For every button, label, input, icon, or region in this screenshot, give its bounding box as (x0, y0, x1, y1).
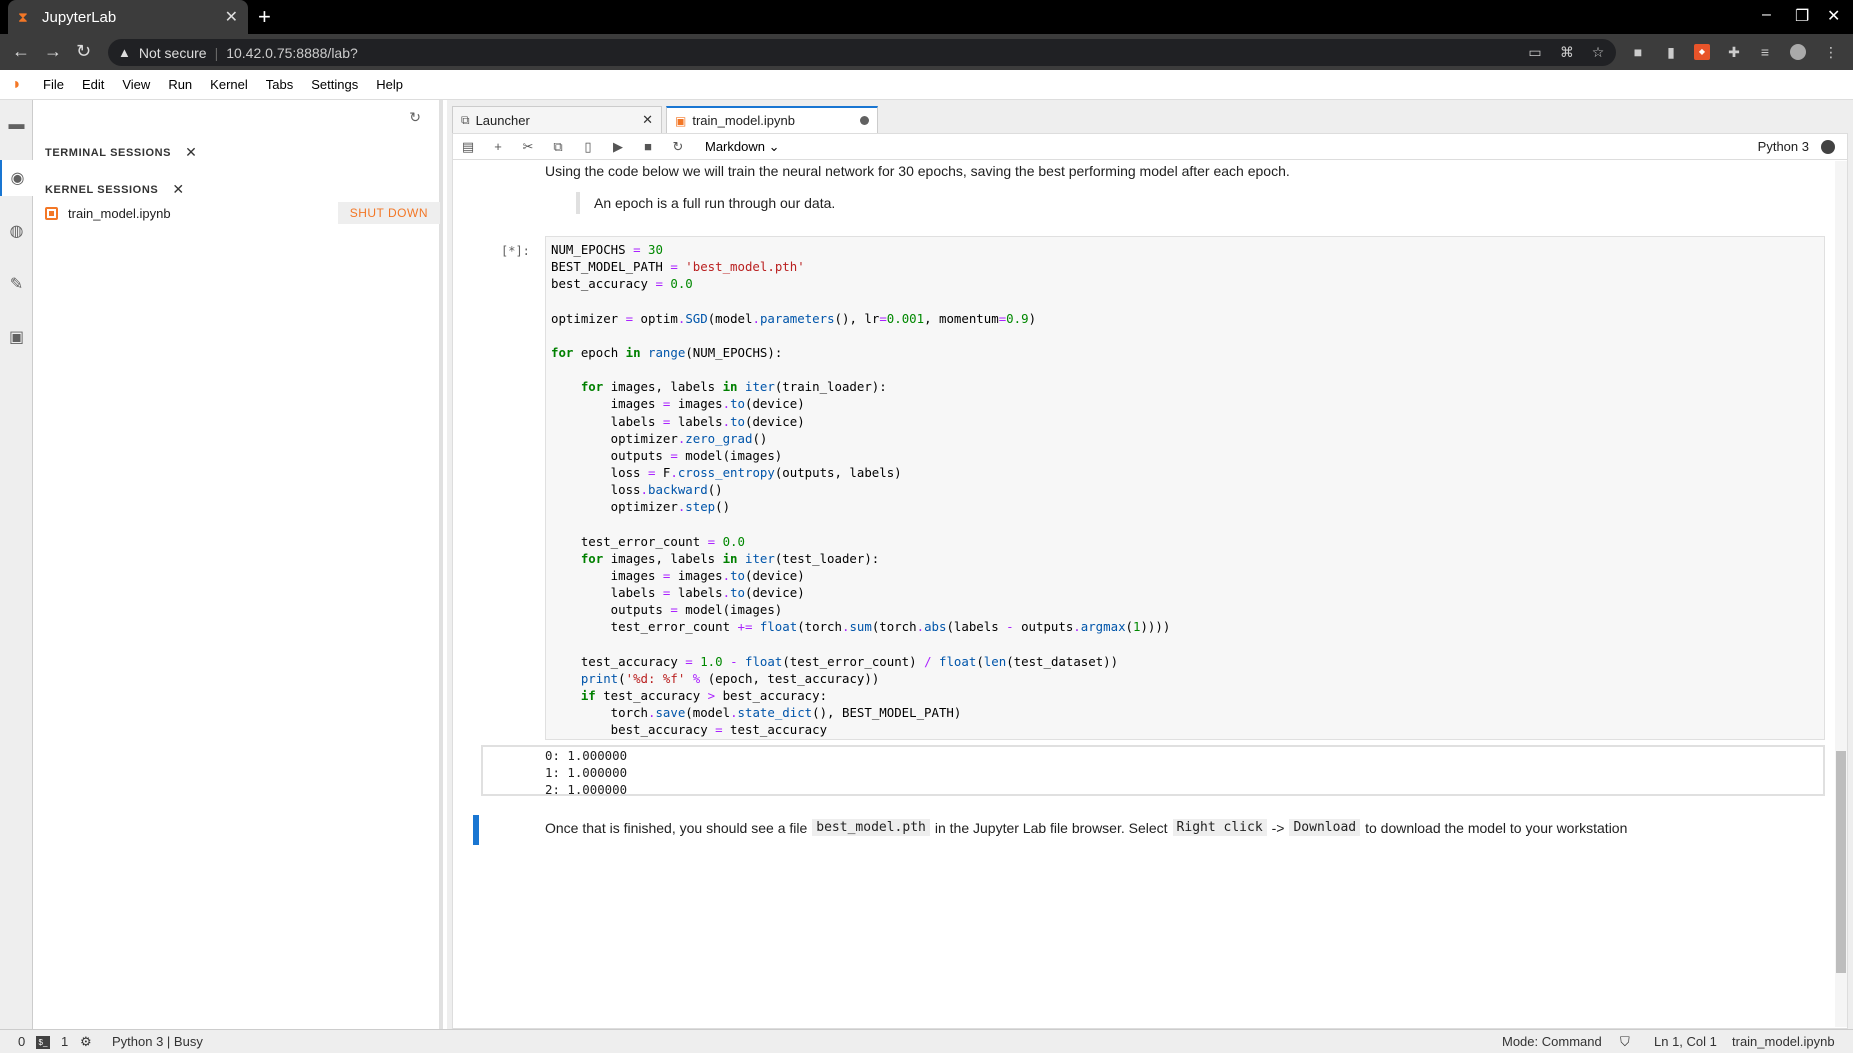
minimize-icon[interactable]: – (1762, 6, 1771, 24)
code-editor[interactable]: NUM_EPOCHS = 30 BEST_MODEL_PATH = 'best_… (551, 241, 1170, 739)
close-tab-icon[interactable]: ✕ (642, 112, 653, 128)
scrollbar-thumb[interactable] (1836, 751, 1846, 973)
back-icon[interactable]: ← (12, 41, 30, 61)
cast-icon[interactable]: ▭ (1527, 44, 1543, 60)
inline-code: Download (1289, 819, 1361, 836)
menu-settings[interactable]: Settings (302, 77, 367, 92)
running-sessions-panel: ↻ TERMINAL SESSIONS ✕ KERNEL SESSIONS ✕ … (33, 100, 443, 1029)
paste-icon[interactable]: ▯ (573, 139, 603, 155)
copy-icon[interactable]: ⧉ (543, 139, 573, 155)
wrench-icon[interactable]: ✎ (0, 266, 33, 302)
url-text: 10.42.0.75:8888/lab? (226, 44, 358, 61)
browser-tab[interactable]: ⧗ JupyterLab ✕ (8, 0, 248, 34)
active-cell-indicator (473, 815, 479, 845)
launcher-icon: ⧉ (461, 112, 470, 127)
kernel-busy-indicator-icon (1821, 140, 1835, 154)
stop-icon[interactable]: ■ (633, 139, 663, 154)
warning-icon: ▲ (118, 45, 131, 60)
menu-kernel[interactable]: Kernel (201, 77, 257, 92)
extension-icon[interactable]: ▮ (1663, 44, 1679, 60)
notebook-cells: Using the code below we will train the n… (453, 161, 1847, 1027)
shield-icon: ⛉ (1620, 1034, 1630, 1049)
refresh-icon[interactable]: ↻ (409, 109, 421, 126)
inline-code: best_model.pth (812, 819, 930, 836)
cut-icon[interactable]: ✂ (513, 139, 543, 155)
main-dock-area: ⧉ Launcher ✕ ▣ train_model.ipynb ▤ + ✂ ⧉… (447, 100, 1853, 1029)
status-filename: train_model.ipynb (1732, 1034, 1835, 1049)
address-bar: ← → ↻ ▲ Not secure | 10.42.0.75:8888/lab… (0, 34, 1853, 70)
mode-indicator[interactable]: Mode: Command (1502, 1034, 1602, 1049)
forward-icon[interactable]: → (44, 41, 62, 61)
browser-titlebar: ⧗ JupyterLab ✕ + – ❐ ✕ (0, 0, 1853, 34)
markdown-blockquote: An epoch is a full run through our data. (576, 192, 835, 214)
menu-view[interactable]: View (113, 77, 159, 92)
output-text: 0: 1.000000 1: 1.000000 2: 1.000000 (545, 748, 628, 797)
browser-tab-title: JupyterLab (42, 8, 117, 26)
menu-edit[interactable]: Edit (73, 77, 113, 92)
extension-icon[interactable]: ■ (1630, 44, 1646, 60)
kernel-session-row[interactable]: train_model.ipynb SHUT DOWN (45, 202, 440, 224)
save-icon[interactable]: ▤ (453, 139, 483, 155)
folder-icon[interactable]: ▬ (0, 107, 33, 143)
menu-help[interactable]: Help (367, 77, 412, 92)
scrollbar[interactable] (1835, 161, 1847, 1027)
menu-file[interactable]: File (34, 77, 73, 92)
execution-prompt: [*]: (501, 244, 530, 258)
close-kernels-icon[interactable]: ✕ (172, 181, 184, 198)
jupyter-logo-icon: ◗ (12, 75, 22, 93)
more-menu-icon[interactable]: ⋮ (1823, 44, 1839, 60)
kernel-name[interactable]: Python 3 (1758, 139, 1809, 154)
tab-launcher[interactable]: ⧉ Launcher ✕ (452, 106, 662, 133)
playlist-icon[interactable]: ≡ (1757, 44, 1773, 60)
activity-bar: ▬ ◉ ◍ ✎ ▣ (0, 100, 33, 1029)
notebook-icon (45, 206, 58, 220)
markdown-cell-intro[interactable]: Using the code below we will train the n… (545, 163, 1290, 179)
security-label: Not secure (138, 44, 207, 61)
session-name[interactable]: train_model.ipynb (68, 206, 338, 221)
chevron-down-icon: ⌄ (768, 138, 780, 154)
extension-icon[interactable]: ◆ (1694, 44, 1710, 60)
code-cell-training[interactable]: NUM_EPOCHS = 30 BEST_MODEL_PATH = 'best_… (545, 236, 1825, 740)
restart-icon[interactable]: ↻ (663, 139, 693, 155)
cursor-position[interactable]: Ln 1, Col 1 (1654, 1034, 1717, 1049)
palette-icon[interactable]: ◍ (0, 213, 33, 249)
translate-icon[interactable]: ⌘ (1559, 44, 1575, 60)
shut-down-button[interactable]: SHUT DOWN (337, 202, 440, 224)
terminal-icon: $_ (36, 1034, 50, 1050)
new-tab-icon[interactable]: + (258, 5, 271, 29)
close-terminals-icon[interactable]: ✕ (185, 144, 197, 161)
terminal-sessions-header: TERMINAL SESSIONS ✕ (45, 144, 198, 161)
url-omnibox[interactable]: ▲ Not secure | 10.42.0.75:8888/lab? (108, 39, 1616, 66)
kernel-status[interactable]: Python 3 | Busy (112, 1034, 203, 1049)
tab-notebook[interactable]: ▣ train_model.ipynb (666, 106, 878, 133)
unsaved-dot-icon[interactable] (860, 116, 869, 125)
bookmark-star-icon[interactable]: ☆ (1590, 44, 1606, 60)
menu-tabs[interactable]: Tabs (257, 77, 302, 92)
notebook-panel: ▤ + ✂ ⧉ ▯ ▶ ■ ↻ Markdown ⌄ Python 3 Usin… (452, 133, 1848, 1029)
menu-run[interactable]: Run (159, 77, 201, 92)
cell-type-select[interactable]: Markdown ⌄ (705, 139, 780, 155)
kernel-sessions-header: KERNEL SESSIONS ✕ (45, 181, 185, 198)
avatar[interactable] (1790, 44, 1806, 60)
puzzle-icon[interactable]: ✚ (1726, 44, 1742, 60)
status-count[interactable]: 0 (18, 1034, 25, 1049)
jupyter-favicon-icon: ⧗ (18, 9, 28, 25)
status-count[interactable]: 1 (61, 1034, 68, 1049)
restore-icon[interactable]: ❐ (1795, 6, 1809, 26)
tabs-icon[interactable]: ▣ (0, 319, 33, 355)
markdown-cell-download[interactable]: Once that is finished, you should see a … (545, 819, 1627, 836)
running-sessions-icon[interactable]: ◉ (0, 160, 33, 196)
inline-code: Right click (1172, 819, 1267, 836)
menu-bar: ◗ File Edit View Run Kernel Tabs Setting… (0, 70, 1853, 100)
notebook-toolbar: ▤ + ✂ ⧉ ▯ ▶ ■ ↻ Markdown ⌄ Python 3 (453, 134, 1847, 160)
output-area: 0: 1.000000 1: 1.000000 2: 1.000000 (481, 745, 1825, 797)
status-bar: 0 $_ 1 ⚙ Python 3 | Busy Mode: Command ⛉… (0, 1029, 1853, 1053)
close-tab-icon[interactable]: ✕ (225, 7, 238, 27)
insert-cell-icon[interactable]: + (483, 139, 513, 154)
run-icon[interactable]: ▶ (603, 139, 633, 155)
kernel-icon: ⚙ (80, 1034, 92, 1049)
notebook-icon: ▣ (675, 113, 687, 128)
reload-icon[interactable]: ↻ (76, 41, 91, 61)
close-window-icon[interactable]: ✕ (1827, 6, 1840, 26)
